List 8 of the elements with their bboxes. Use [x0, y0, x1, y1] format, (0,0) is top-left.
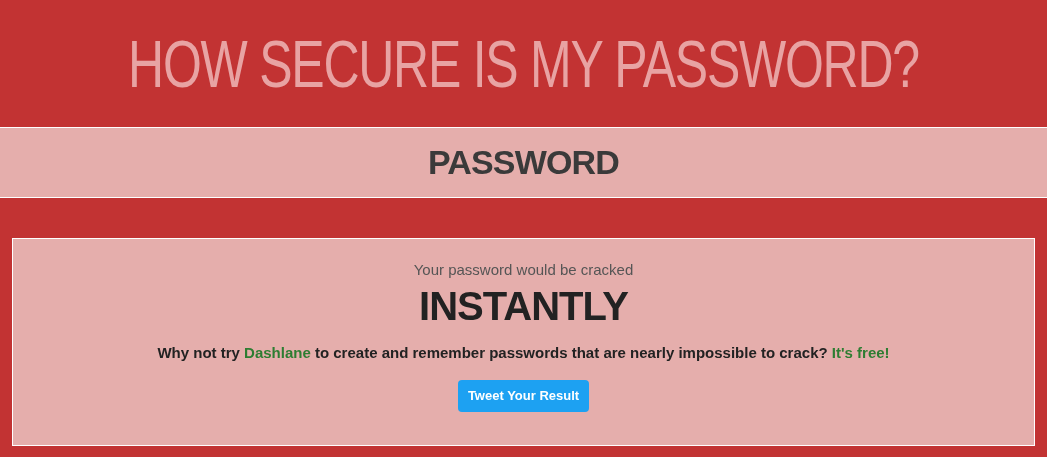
password-field[interactable]: PASSWORD — [0, 127, 1047, 198]
tweet-button[interactable]: Tweet Your Result — [457, 380, 590, 412]
dashlane-link[interactable]: Dashlane — [244, 343, 311, 361]
crack-time: INSTANTLY — [419, 282, 628, 330]
page-title: HOW SECURE IS MY PASSWORD? — [128, 29, 919, 98]
result-intro: Your password would be cracked — [413, 260, 634, 280]
free-link[interactable]: It's free! — [831, 343, 890, 361]
promo-sentence: Why not try Dashlane to create and remember passwords that are nearly impossible to crack? It's free! — [157, 342, 890, 363]
